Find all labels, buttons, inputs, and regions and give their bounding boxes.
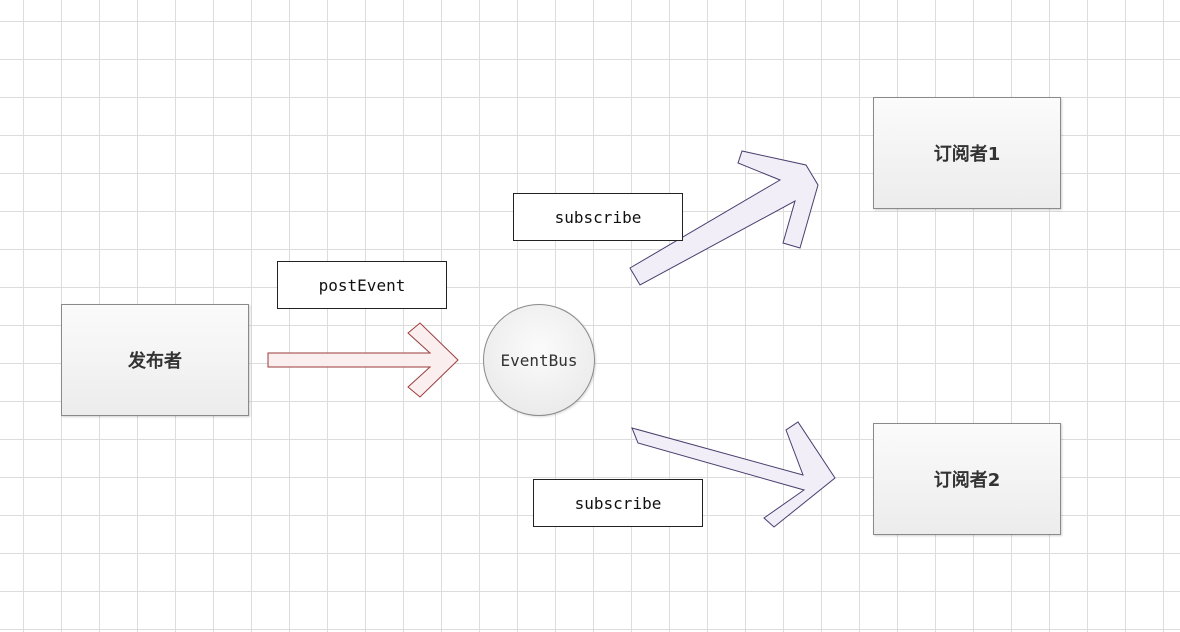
event-bus-label: EventBus	[500, 350, 578, 370]
subscriber-2-node: 订阅者2	[873, 423, 1061, 535]
subscribe-top-text: subscribe	[554, 207, 642, 227]
subscriber-2-label: 订阅者2	[933, 470, 1001, 491]
event-bus-node: EventBus	[483, 304, 595, 416]
subscriber-1-label: 订阅者1	[933, 144, 1001, 165]
publisher-node: 发布者	[61, 304, 249, 416]
post-event-text: postEvent	[318, 275, 406, 295]
publisher-label: 发布者	[128, 351, 182, 372]
subscribe-bottom-text: subscribe	[574, 493, 662, 513]
post-event-arrow	[267, 322, 459, 398]
diagram-canvas: 发布者 EventBus 订阅者1 订阅者2 postEvent subscri…	[0, 0, 1180, 632]
post-event-edge-label: postEvent	[277, 261, 447, 309]
subscriber-1-node: 订阅者1	[873, 97, 1061, 209]
subscribe-edge-label-bottom: subscribe	[533, 479, 703, 527]
subscribe-edge-label-top: subscribe	[513, 193, 683, 241]
